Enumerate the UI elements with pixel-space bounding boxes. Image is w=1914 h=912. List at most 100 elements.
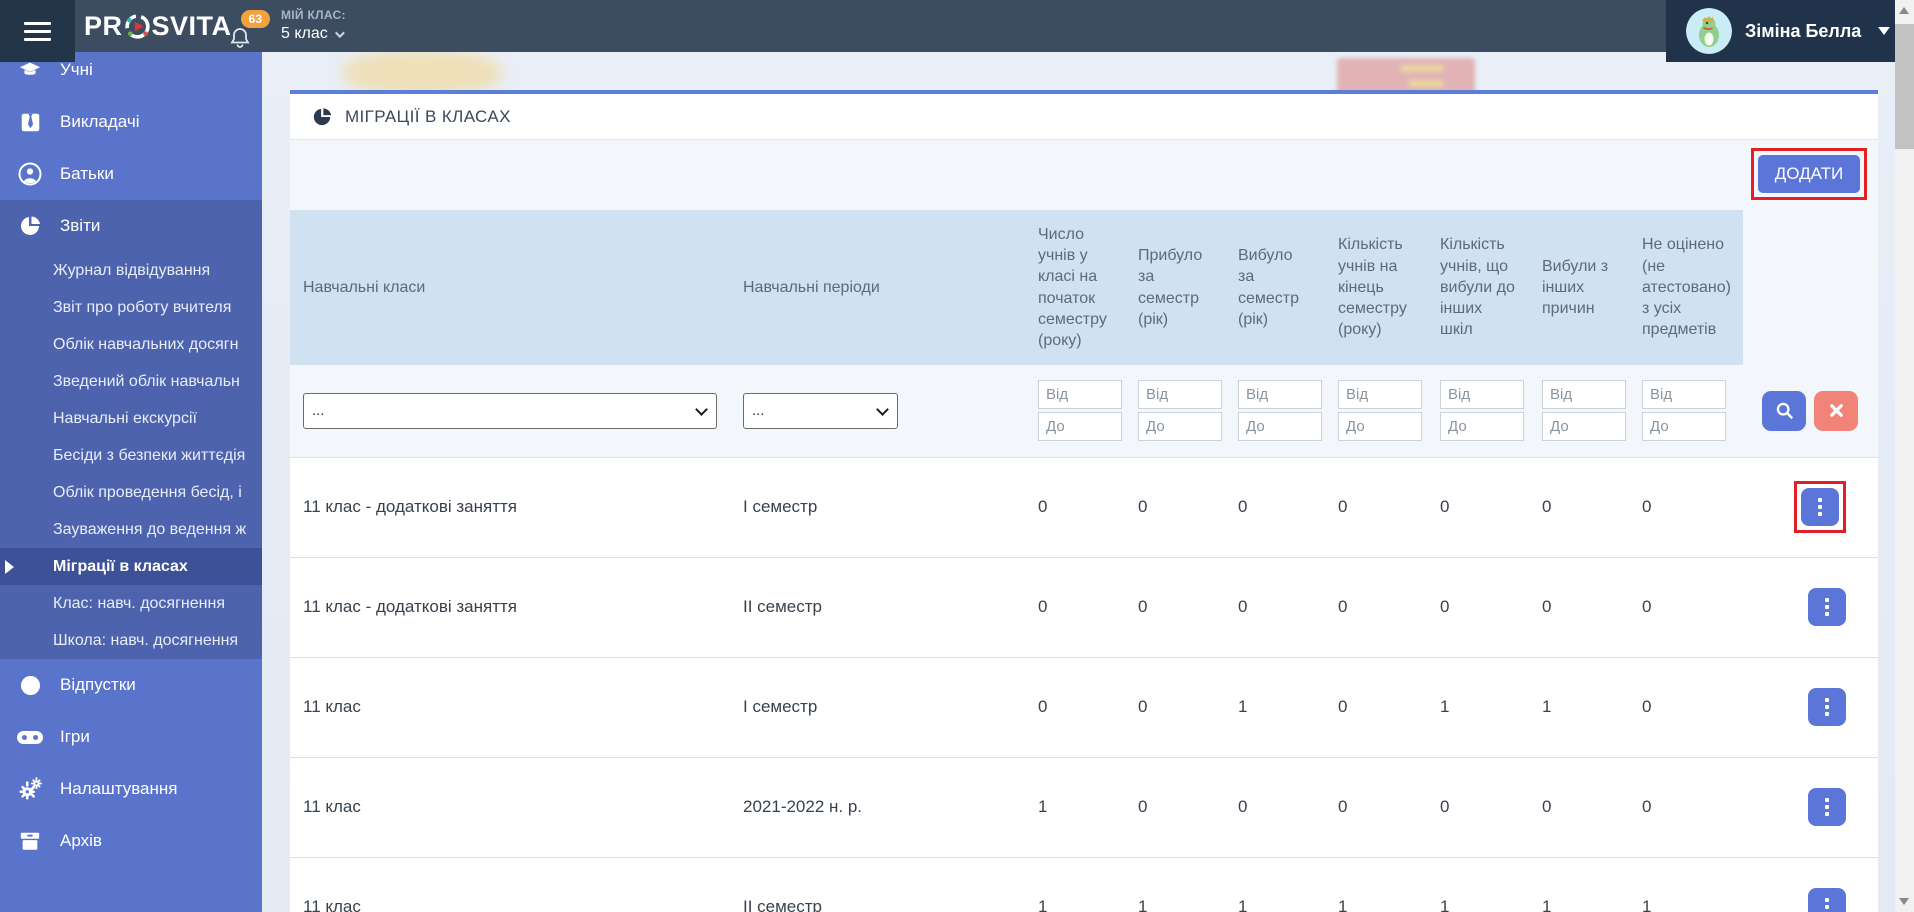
sidebar-subitem-safety-talks[interactable]: Бесіди з безпеки життєдія <box>0 437 262 474</box>
logo-o-icon <box>124 13 151 40</box>
card-header: МІГРАЦІЇ В КЛАСАХ <box>290 94 1878 140</box>
sidebar-subitem-summary-record[interactable]: Зведений облік навчальн <box>0 363 262 400</box>
class-cell: 11 клас <box>290 657 730 757</box>
scroll-up-arrow-icon[interactable] <box>1899 7 1909 14</box>
class-filter-select[interactable]: ... <box>303 393 717 429</box>
sidebar-subitem-talks-record[interactable]: Облік проведення бесід, і <box>0 474 262 511</box>
filter-to-input[interactable] <box>1542 412 1626 441</box>
sidebar-item-label: Звіти <box>60 216 100 236</box>
scrollbar-thumb[interactable] <box>1895 24 1914 149</box>
class-cell: 11 клас - додаткові заняття <box>290 457 730 557</box>
sidebar-subitem-class-achievements[interactable]: Клас: навч. досягнення <box>0 585 262 622</box>
notifications-button[interactable]: 63 <box>228 10 268 50</box>
filter-from-input[interactable] <box>1038 380 1122 409</box>
filter-row: ... ... <box>290 365 1878 457</box>
value-cell: 0 <box>1529 457 1629 557</box>
filter-from-input[interactable] <box>1542 380 1626 409</box>
sidebar-subitem-school-achievements[interactable]: Школа: навч. досягнення <box>0 622 262 659</box>
filter-from-input[interactable] <box>1440 380 1524 409</box>
table-row: 11 клас І семестр 0 0 1 0 1 1 0 <box>290 657 1878 757</box>
value-cell: 0 <box>1225 557 1325 657</box>
sidebar-item-label: Архів <box>60 831 102 851</box>
search-button[interactable] <box>1762 391 1806 431</box>
row-actions-button[interactable] <box>1808 588 1846 626</box>
sidebar-subitem-achievements-record[interactable]: Облік навчальних досягн <box>0 326 262 363</box>
sidebar-item-reports[interactable]: Звіти <box>0 200 262 252</box>
notification-count-badge: 63 <box>241 10 270 28</box>
filter-to-input[interactable] <box>1642 412 1726 441</box>
sidebar-subitem-attendance-journal[interactable]: Журнал відвідування <box>0 252 262 289</box>
sidebar-item-archive[interactable]: Архів <box>0 815 262 867</box>
sidebar-item-vacations[interactable]: Відпустки <box>0 659 262 711</box>
main-content: МІГРАЦІЇ В КЛАСАХ ДОДАТИ Навчальні класи… <box>262 52 1895 912</box>
sidebar-subitem-excursions[interactable]: Навчальні екскурсії <box>0 400 262 437</box>
value-cell: 0 <box>1325 757 1427 857</box>
value-cell: 0 <box>1125 457 1225 557</box>
value-cell: 0 <box>1529 557 1629 657</box>
sidebar-subitem-journal-remarks[interactable]: Зауваження до ведення ж <box>0 511 262 548</box>
annotation-highlight: ДОДАТИ <box>1751 148 1867 200</box>
table-row: 11 клас - додаткові заняття ІІ семестр 0… <box>290 557 1878 657</box>
value-cell: 1 <box>1025 757 1125 857</box>
value-cell: 0 <box>1629 557 1743 657</box>
filter-to-input[interactable] <box>1338 412 1422 441</box>
value-cell: 0 <box>1125 657 1225 757</box>
filter-from-input[interactable] <box>1138 380 1222 409</box>
archive-box-icon <box>17 830 43 852</box>
filter-from-input[interactable] <box>1238 380 1322 409</box>
vertical-scrollbar[interactable] <box>1895 0 1914 912</box>
sidebar-item-teachers[interactable]: Викладачі <box>0 96 262 148</box>
toolbar: ДОДАТИ <box>290 140 1878 210</box>
value-cell: 0 <box>1629 457 1743 557</box>
value-cell: 1 <box>1325 857 1427 912</box>
my-class-label: МІЙ КЛАС: <box>281 8 346 22</box>
sidebar-subitem-teacher-work-report[interactable]: Звіт про роботу вчителя <box>0 289 262 326</box>
app-logo[interactable]: PR SVITA <box>84 0 232 52</box>
bell-icon <box>228 26 252 50</box>
row-actions-button[interactable] <box>1808 688 1846 726</box>
filter-from-input[interactable] <box>1642 380 1726 409</box>
filter-to-input[interactable] <box>1440 412 1524 441</box>
sidebar-item-label: Батьки <box>60 164 114 184</box>
column-header: Не оцінено (не атестовано) з усіх предме… <box>1629 210 1743 365</box>
my-class-dropdown[interactable]: МІЙ КЛАС: 5 клас <box>281 8 346 43</box>
add-button[interactable]: ДОДАТИ <box>1758 155 1860 193</box>
value-cell: 0 <box>1025 557 1125 657</box>
chevron-down-icon <box>335 28 345 38</box>
screen: PR SVITA 63 МІЙ КЛАС: 5 клас <box>0 0 1914 912</box>
filter-to-input[interactable] <box>1138 412 1222 441</box>
chevron-down-icon <box>1878 27 1890 35</box>
sidebar-item-parents[interactable]: Батьки <box>0 148 262 200</box>
top-bar: PR SVITA 63 МІЙ КЛАС: 5 клас <box>0 0 1895 52</box>
value-cell: 0 <box>1125 757 1225 857</box>
value-cell: 0 <box>1025 457 1125 557</box>
sidebar-section-reports: Звіти Журнал відвідування Звіт про робот… <box>0 200 262 659</box>
column-header: Число учнів у класі на початок семестру … <box>1025 210 1125 365</box>
column-header-actions <box>1743 210 1878 365</box>
sidebar-item-settings[interactable]: Налаштування <box>0 763 262 815</box>
filter-to-input[interactable] <box>1238 412 1322 441</box>
table-row: 11 клас - додаткові заняття І семестр 0 … <box>290 457 1878 557</box>
user-menu[interactable]: Зіміна Белла <box>1666 0 1895 62</box>
sidebar-item-label: Викладачі <box>60 112 139 132</box>
scroll-down-arrow-icon[interactable] <box>1899 898 1909 905</box>
period-cell: 2021-2022 н. р. <box>730 757 1025 857</box>
filter-to-input[interactable] <box>1038 412 1122 441</box>
clear-filter-button[interactable] <box>1814 391 1858 431</box>
hamburger-menu-button[interactable] <box>0 0 75 62</box>
page-title: МІГРАЦІЇ В КЛАСАХ <box>345 107 511 127</box>
row-actions-button[interactable] <box>1801 488 1839 526</box>
period-cell: І семестр <box>730 457 1025 557</box>
table-row: 11 клас ІІ семестр 1 1 1 1 1 1 1 <box>290 857 1878 912</box>
migrations-table: Навчальні класи Навчальні періоди Число … <box>290 210 1878 912</box>
value-cell: 0 <box>1225 757 1325 857</box>
row-actions-button[interactable] <box>1808 888 1846 912</box>
gears-icon <box>17 777 43 801</box>
filter-from-input[interactable] <box>1338 380 1422 409</box>
sidebar-item-games[interactable]: Ігри <box>0 711 262 763</box>
sidebar-subitem-class-migrations[interactable]: Міграції в класах <box>0 548 262 585</box>
value-cell: 0 <box>1529 757 1629 857</box>
period-filter-select[interactable]: ... <box>743 393 898 429</box>
row-actions-button[interactable] <box>1808 788 1846 826</box>
table-row: 11 клас 2021-2022 н. р. 1 0 0 0 0 0 0 <box>290 757 1878 857</box>
